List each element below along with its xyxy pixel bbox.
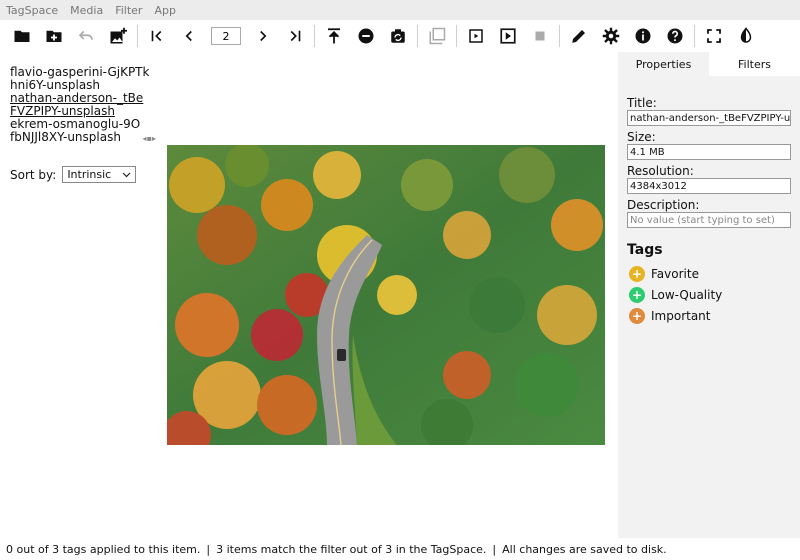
status-bar: 0 out of 3 tags applied to this item. | …: [0, 538, 800, 560]
properties-panel: Properties Filters Title: nathan-anderso…: [618, 52, 800, 538]
resolution-label: Resolution:: [627, 164, 694, 178]
play-frame-icon: [469, 29, 483, 43]
contrast-button[interactable]: [735, 25, 757, 47]
status-filter-match: 3 items match the filter out of 3 in the…: [216, 542, 487, 556]
status-separator: |: [206, 542, 211, 556]
info-button[interactable]: [632, 25, 654, 47]
first-page-button[interactable]: [146, 25, 168, 47]
toolbar-divider: [314, 25, 315, 47]
folder-icon: [14, 30, 30, 42]
next-icon: [260, 30, 267, 42]
prev-icon: [185, 30, 192, 42]
settings-button[interactable]: [600, 25, 622, 47]
resolution-field: 4384x3012: [627, 178, 791, 194]
panel-tabs: Properties Filters: [618, 52, 800, 76]
stop-button[interactable]: [529, 25, 551, 47]
undo-button[interactable]: [75, 25, 97, 47]
menu-media[interactable]: Media: [70, 4, 103, 17]
fullscreen-icon: [707, 29, 721, 43]
help-icon: [667, 28, 683, 44]
image-viewer: [156, 52, 618, 538]
menu-bar: TagSpace Media Filter App: [0, 0, 800, 20]
description-label: Description:: [627, 198, 700, 212]
add-tag-icon[interactable]: +: [629, 287, 645, 303]
add-tag-icon[interactable]: +: [629, 266, 645, 282]
add-image-icon: [110, 27, 127, 44]
undo-icon: [78, 30, 93, 40]
sort-label: Sort by:: [10, 167, 57, 182]
upload-icon: [328, 28, 340, 44]
toolbar-divider: [137, 25, 138, 47]
first-icon: [151, 30, 162, 42]
menu-filter[interactable]: Filter: [115, 4, 142, 17]
remove-button[interactable]: [355, 25, 377, 47]
prev-page-button[interactable]: [178, 25, 200, 47]
add-image-button[interactable]: [107, 25, 129, 47]
settings-icon: [602, 27, 620, 45]
rotate-icon: [391, 29, 405, 43]
open-folder-button[interactable]: [11, 25, 33, 47]
edit-button[interactable]: [568, 25, 590, 47]
forest-road-image: [167, 145, 605, 445]
sort-select[interactable]: Intrinsic: [62, 166, 137, 183]
toolbar-divider: [694, 25, 695, 47]
file-item[interactable]: flavio-gasperini-GjKPTkhni6Y-unsplash: [10, 66, 150, 92]
add-tag-icon[interactable]: +: [629, 308, 645, 324]
play-frame-button[interactable]: [465, 25, 487, 47]
size-label: Size:: [627, 130, 656, 144]
stop-icon: [535, 31, 545, 41]
menu-tagspace[interactable]: TagSpace: [6, 4, 58, 17]
sort-control: Sort by: Intrinsic: [10, 166, 156, 183]
toolbar-divider: [417, 25, 418, 47]
tags-heading: Tags: [627, 242, 663, 258]
toolbar: [0, 20, 800, 52]
title-label: Title:: [627, 96, 657, 110]
play-button[interactable]: [497, 25, 519, 47]
last-icon: [290, 30, 301, 42]
rotate-button[interactable]: [387, 25, 409, 47]
edit-icon: [572, 30, 585, 43]
layers-icon: [429, 27, 446, 45]
tag-label: Low-Quality: [651, 288, 723, 302]
new-folder-icon: [46, 30, 62, 42]
status-separator: |: [492, 542, 497, 556]
play-icon: [500, 28, 516, 44]
remove-icon: [358, 28, 374, 44]
chevron-down-icon: [122, 172, 131, 177]
new-folder-button[interactable]: [43, 25, 65, 47]
file-item-selected[interactable]: nathan-anderson-_tBeFVZPIPY-unsplash: [10, 92, 150, 118]
description-field[interactable]: No value (start typing to set): [627, 212, 791, 228]
file-item[interactable]: ekrem-osmanoglu-9OfbNJJl8XY-unsplash: [10, 118, 141, 144]
layers-button[interactable]: [426, 25, 448, 47]
size-field: 4.1 MB: [627, 144, 791, 160]
toolbar-divider: [559, 25, 560, 47]
page-number-input[interactable]: [211, 27, 241, 45]
file-list-panel: flavio-gasperini-GjKPTkhni6Y-unsplash na…: [0, 52, 156, 538]
tag-label: Favorite: [651, 267, 699, 281]
help-button[interactable]: [664, 25, 686, 47]
tag-row-important[interactable]: + Important: [627, 308, 791, 324]
title-field[interactable]: nathan-anderson-_tBeFVZPIPY-unsplash: [627, 110, 791, 126]
tag-row-low-quality[interactable]: + Low-Quality: [627, 287, 791, 303]
contrast-icon: [740, 27, 752, 43]
toolbar-divider: [456, 25, 457, 47]
tag-label: Important: [651, 309, 711, 323]
info-icon: [635, 28, 651, 44]
sort-value: Intrinsic: [67, 168, 112, 181]
resize-handle-icon[interactable]: ◂▪▸: [143, 134, 156, 143]
next-page-button[interactable]: [252, 25, 274, 47]
status-tags-applied: 0 out of 3 tags applied to this item.: [6, 542, 201, 556]
tag-row-favorite[interactable]: + Favorite: [627, 266, 791, 282]
move-to-top-button[interactable]: [323, 25, 345, 47]
last-page-button[interactable]: [284, 25, 306, 47]
tab-properties[interactable]: Properties: [618, 52, 709, 76]
menu-app[interactable]: App: [154, 4, 176, 17]
status-saved: All changes are saved to disk.: [502, 542, 667, 556]
tab-filters[interactable]: Filters: [709, 52, 800, 76]
preview-image[interactable]: [167, 145, 605, 445]
fullscreen-button[interactable]: [703, 25, 725, 47]
